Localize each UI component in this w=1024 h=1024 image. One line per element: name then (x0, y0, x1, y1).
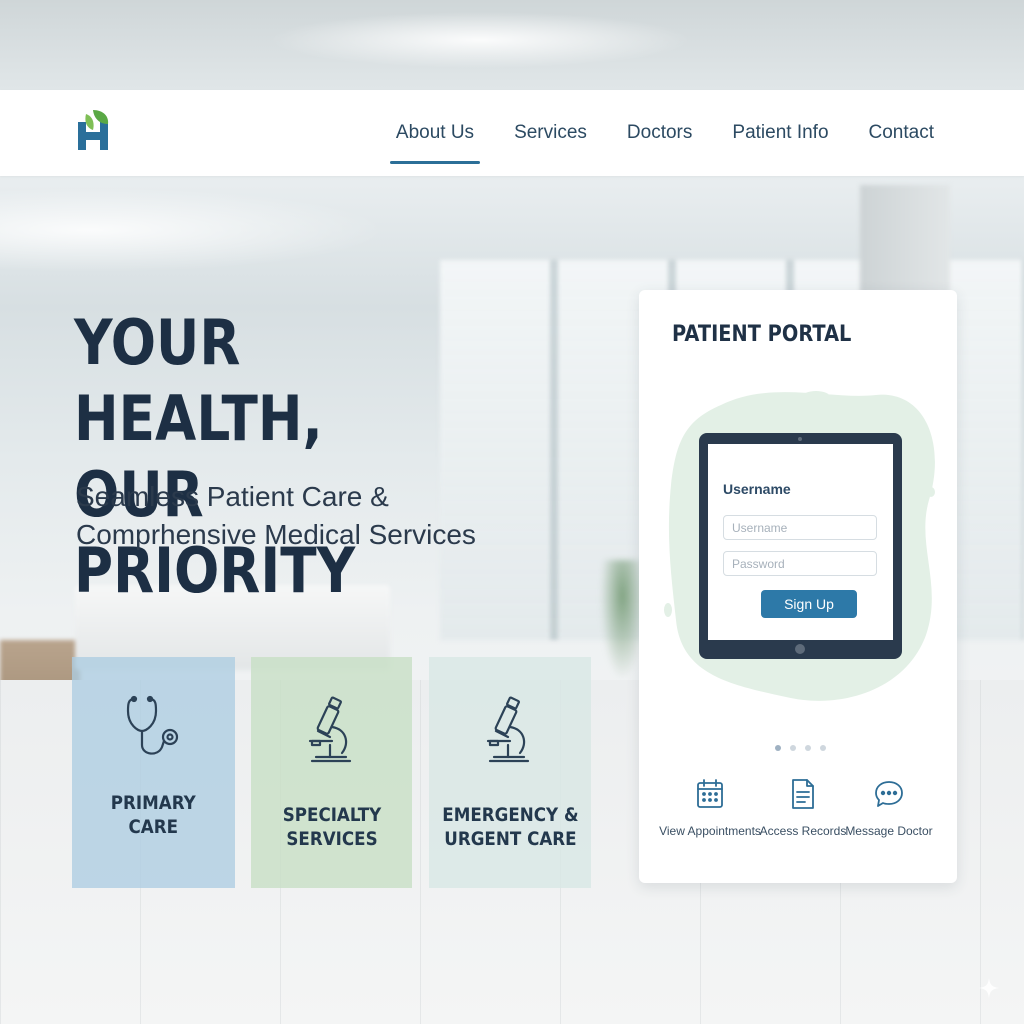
service-card-label: SPECIALTY SERVICES (282, 804, 381, 850)
document-icon (792, 779, 814, 809)
username-label: Username (723, 481, 791, 497)
nav-item-contact[interactable]: Contact (849, 90, 954, 176)
tablet-home-button (795, 644, 805, 654)
chat-bubble-icon (875, 781, 903, 807)
sign-up-button[interactable]: Sign Up (761, 590, 857, 618)
quick-link-label: View Appointments (659, 824, 761, 838)
nav-item-about-us[interactable]: About Us (376, 90, 494, 176)
service-card-label: PRIMARY CARE (110, 792, 197, 838)
nav-item-patient-info[interactable]: Patient Info (712, 90, 848, 176)
carousel-dots (775, 745, 826, 751)
carousel-dot[interactable] (805, 745, 811, 751)
password-input[interactable] (723, 551, 877, 576)
microscope-icon (486, 696, 530, 763)
sparkle-icon (979, 978, 999, 998)
service-card-label: EMERGENCY & URGENT CARE (441, 804, 579, 850)
quick-link-label: Message Doctor (845, 824, 933, 838)
main-nav: About Us Services Doctors Patient Info C… (376, 90, 954, 176)
nav-item-doctors[interactable]: Doctors (607, 90, 712, 176)
nav-item-services[interactable]: Services (494, 90, 607, 176)
quick-link-view-appointments[interactable]: View Appointments (659, 778, 761, 838)
hero-subtitle: Seamless Patient Care & Comprhensive Med… (76, 481, 476, 550)
carousel-dot[interactable] (820, 745, 826, 751)
patient-portal-panel: PATIENT PORTAL Username Sign Up View App (639, 290, 957, 883)
tablet-camera (798, 437, 802, 441)
carousel-dot[interactable] (775, 745, 781, 751)
tablet-frame: Username Sign Up (699, 433, 902, 659)
calendar-icon (697, 779, 723, 808)
hero-title: YOUR HEALTH, OUR PRIORITY (74, 306, 356, 607)
username-input[interactable] (723, 515, 877, 540)
quick-link-label: Access Records (759, 824, 847, 838)
quick-link-access-records[interactable]: Access Records (753, 778, 853, 838)
portal-title: PATIENT PORTAL (672, 322, 852, 347)
service-card-emergency-urgent-care[interactable]: EMERGENCY & URGENT CARE (429, 657, 591, 888)
microscope-icon (308, 696, 351, 763)
login-form: Username Sign Up (708, 444, 893, 640)
quick-link-message-doctor[interactable]: Message Doctor (839, 778, 939, 838)
hospital-logo-icon[interactable] (76, 108, 112, 152)
carousel-dot[interactable] (790, 745, 796, 751)
stethoscope-icon (126, 695, 178, 755)
service-card-specialty-services[interactable]: SPECIALTY SERVICES (251, 657, 412, 888)
service-card-primary-care[interactable]: PRIMARY CARE (72, 657, 235, 888)
site-header: About Us Services Doctors Patient Info C… (0, 90, 1024, 176)
